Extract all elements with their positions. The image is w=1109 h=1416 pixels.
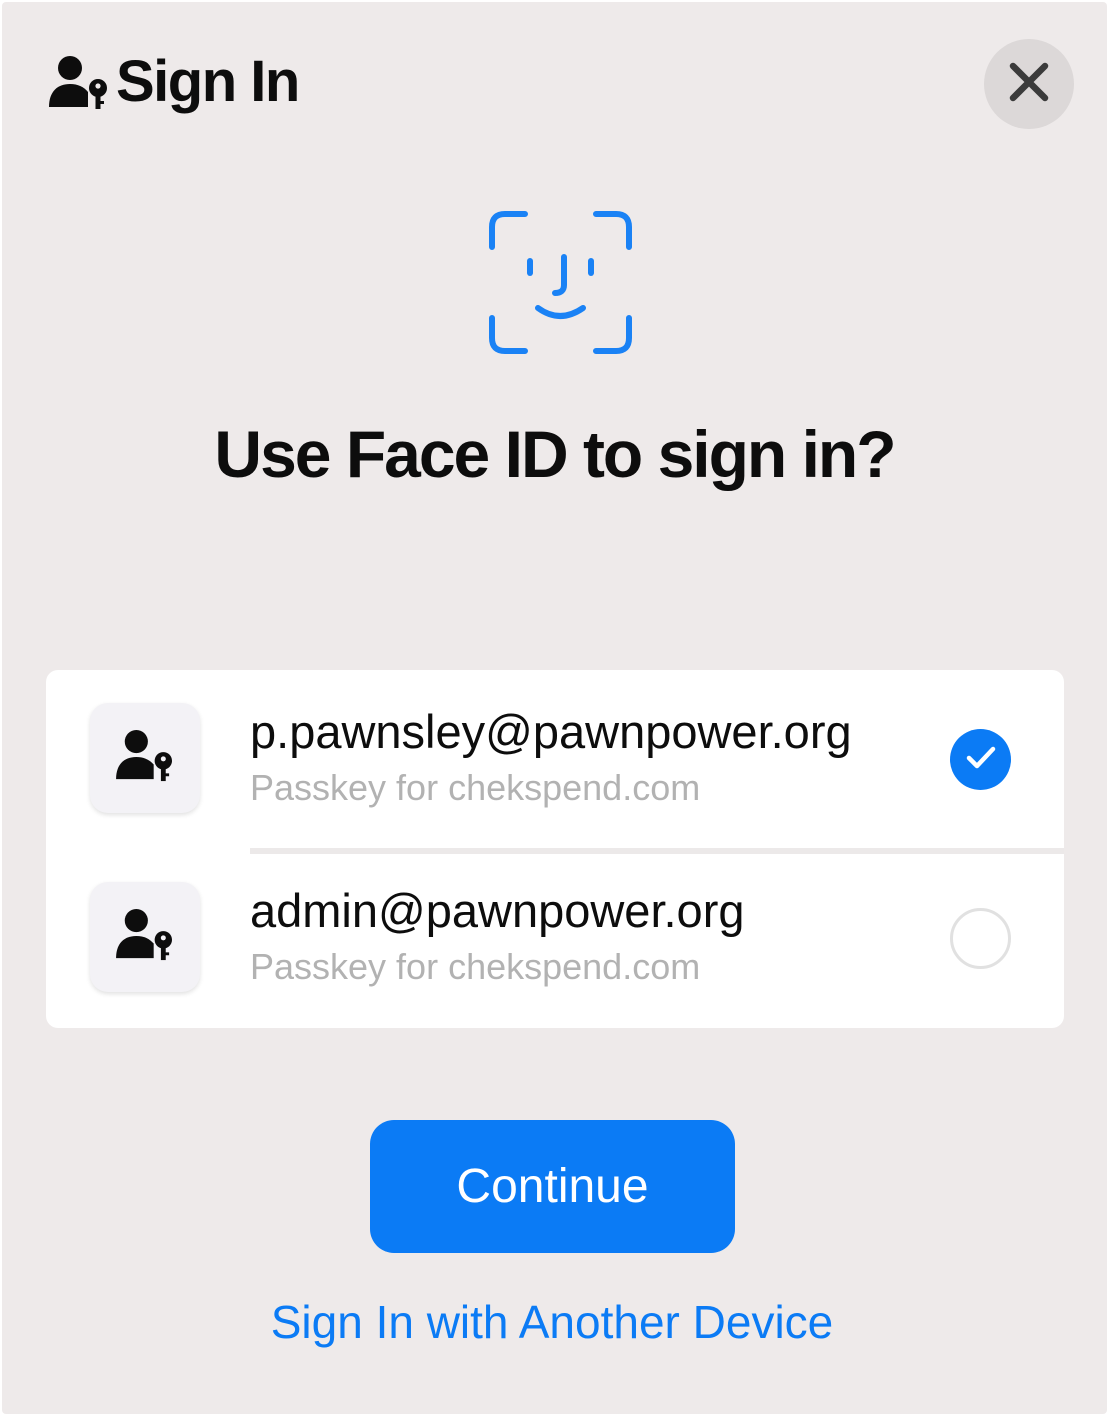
prompt-title: Use Face ID to sign in? — [214, 417, 896, 491]
account-subtitle: Passkey for chekspend.com — [250, 767, 701, 808]
page-title: Sign In — [116, 49, 300, 114]
account-list: p.pawnsley@pawnpower.org Passkey for che… — [46, 670, 1064, 1028]
avatar — [90, 703, 200, 813]
person-key-icon — [48, 55, 110, 111]
close-icon — [1007, 60, 1051, 109]
radio-selected[interactable] — [950, 729, 1011, 790]
radio-unselected[interactable] — [950, 908, 1011, 969]
continue-button[interactable]: Continue — [370, 1120, 735, 1253]
avatar — [90, 882, 200, 992]
person-key-icon — [115, 908, 175, 967]
close-button[interactable] — [984, 39, 1074, 129]
checkmark-icon — [964, 740, 998, 779]
account-row[interactable]: p.pawnsley@pawnpower.org Passkey for che… — [46, 670, 1064, 849]
account-row[interactable]: admin@pawnpower.org Passkey for chekspen… — [46, 849, 1064, 1028]
sign-in-sheet: Sign In Use Face ID to sign in? p.pawnsl… — [2, 2, 1107, 1414]
account-email: admin@pawnpower.org — [250, 884, 745, 937]
face-id-icon — [489, 211, 632, 354]
sign-in-another-device-link[interactable]: Sign In with Another Device — [2, 1292, 1102, 1352]
person-key-icon — [115, 729, 175, 788]
account-email: p.pawnsley@pawnpower.org — [250, 705, 852, 758]
account-subtitle: Passkey for chekspend.com — [250, 946, 701, 987]
